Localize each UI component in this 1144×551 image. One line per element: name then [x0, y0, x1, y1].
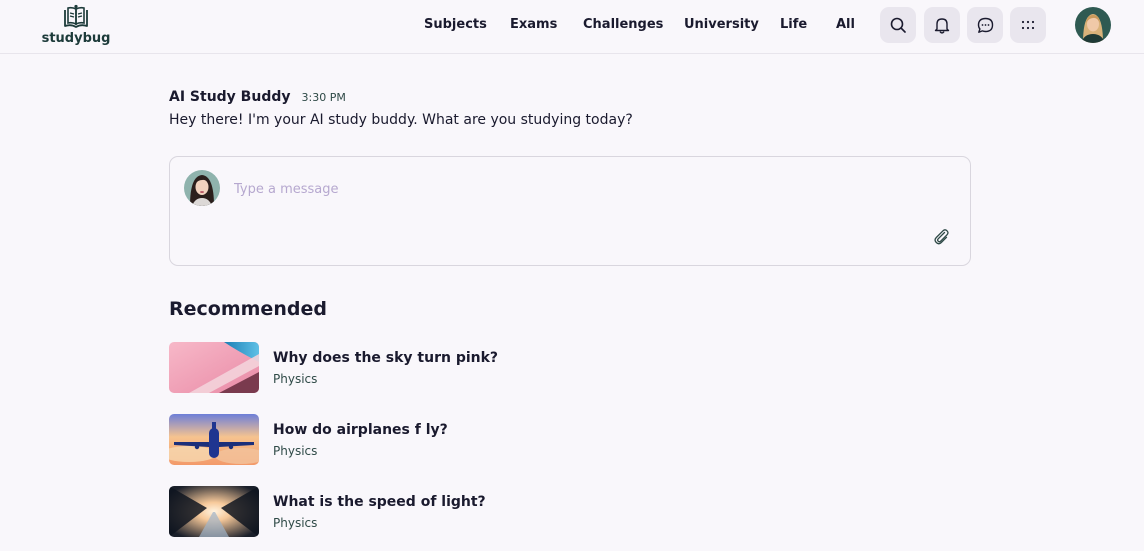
- composer-avatar: [184, 170, 220, 206]
- message-input[interactable]: [234, 179, 914, 199]
- nav-exams[interactable]: Exams: [510, 17, 557, 32]
- search-button[interactable]: [880, 7, 916, 43]
- notifications-button[interactable]: [924, 7, 960, 43]
- nav-subjects[interactable]: Subjects: [424, 17, 487, 32]
- message-header: AI Study Buddy 3:30 PM: [169, 89, 346, 105]
- search-icon: [890, 17, 906, 33]
- recommended-thumbnail: [169, 414, 259, 465]
- recommended-question: How do airplanes f ly?: [273, 422, 448, 438]
- messages-button[interactable]: [967, 7, 1003, 43]
- nav-university[interactable]: University: [684, 17, 759, 32]
- recommended-question: Why does the sky turn pink?: [273, 350, 499, 366]
- message-composer: [169, 156, 971, 266]
- recommended-heading: Recommended: [169, 298, 327, 320]
- bell-icon: [934, 17, 950, 34]
- recommended-subject: Physics: [273, 372, 318, 386]
- attach-button[interactable]: [932, 227, 950, 245]
- user-avatar[interactable]: [1075, 7, 1111, 43]
- recommended-item[interactable]: Why does the sky turn pink? Physics: [169, 342, 669, 394]
- nav-all[interactable]: All: [836, 17, 855, 32]
- message-text: Hey there! I'm your AI study buddy. What…: [169, 112, 633, 128]
- recommended-thumbnail: [169, 486, 259, 537]
- message-timestamp: 3:30 PM: [301, 91, 346, 104]
- book-logo-icon: [64, 4, 88, 28]
- nav-life[interactable]: Life: [780, 17, 807, 32]
- nav-challenges[interactable]: Challenges: [583, 17, 663, 32]
- recommended-subject: Physics: [273, 516, 318, 530]
- top-navbar: studybug Subjects Exams Challenges Unive…: [0, 0, 1144, 54]
- brand-name: studybug: [41, 31, 111, 46]
- apps-menu-button[interactable]: [1010, 7, 1046, 43]
- chat-bubble-icon: [977, 17, 993, 33]
- grid-dots-icon: [1021, 20, 1035, 30]
- recommended-question: What is the speed of light?: [273, 494, 486, 510]
- recommended-item[interactable]: How do airplanes f ly? Physics: [169, 414, 669, 466]
- paperclip-icon: [934, 229, 949, 245]
- recommended-item[interactable]: What is the speed of light? Physics: [169, 486, 669, 538]
- studybug-logo[interactable]: studybug: [42, 4, 110, 48]
- recommended-subject: Physics: [273, 444, 318, 458]
- recommended-thumbnail: [169, 342, 259, 393]
- message-author: AI Study Buddy: [169, 89, 291, 105]
